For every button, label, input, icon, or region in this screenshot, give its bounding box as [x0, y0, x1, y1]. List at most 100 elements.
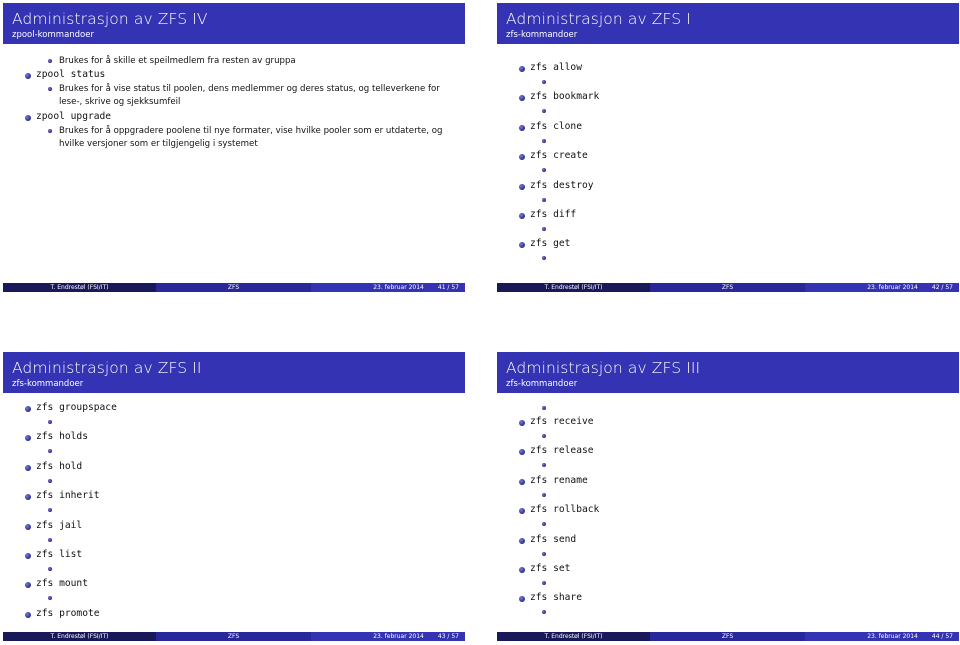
footer-topic: ZFS — [156, 283, 311, 292]
command-item: zfs share — [519, 592, 582, 603]
empty-sub-item — [542, 80, 546, 84]
bullet-icon — [542, 492, 546, 497]
empty-sub-item — [542, 492, 546, 497]
command-item: zfs send — [519, 534, 576, 545]
slide-header: Administrasjon av ZFS IV zpool-kommandoe… — [3, 3, 465, 44]
footer-right: 23. februar 2014 43 / 57 — [311, 632, 465, 641]
list-item: Brukes for å vise status til poolen, den… — [48, 83, 458, 108]
command-item: zfs list — [25, 549, 82, 560]
bullet-icon — [48, 87, 52, 91]
empty-sub-item — [542, 109, 546, 114]
empty-sub-item — [48, 478, 52, 483]
empty-sub-item — [542, 610, 546, 615]
empty-sub-item — [48, 567, 52, 571]
bullet-icon — [25, 464, 31, 471]
bullet-icon — [542, 551, 546, 556]
command-list: zfs groupspace zfs holds zfs hold zfs inher… — [3, 393, 465, 632]
bullet-icon — [542, 581, 546, 585]
empty-sub-item — [48, 449, 52, 454]
footer-author: T. Endrestøl (FSI/IT) — [497, 632, 650, 641]
command-item: zfs release — [519, 445, 594, 456]
bullet-icon — [25, 115, 31, 121]
empty-sub-item — [542, 434, 546, 438]
bullet-icon — [519, 596, 525, 603]
footer-right: 23. februar 2014 42 / 57 — [805, 283, 959, 292]
page-total: 57 — [945, 633, 953, 640]
command-item: zfs inherit — [25, 490, 100, 501]
empty-sub-item — [542, 227, 546, 231]
empty-sub-item — [48, 420, 52, 424]
bullet-icon — [25, 406, 31, 412]
bullet-icon — [25, 73, 31, 79]
command-item: zfs holds — [25, 431, 88, 442]
empty-sub-item — [542, 581, 546, 585]
empty-sub-item — [542, 463, 546, 468]
command-item: zfs rename — [519, 475, 588, 486]
empty-sub-item — [542, 256, 546, 261]
command-item: zfs promote — [25, 608, 100, 619]
page-number: 41 — [437, 284, 446, 291]
bullet-icon — [48, 596, 52, 601]
bullet-icon — [48, 508, 52, 513]
bullet-icon — [542, 109, 546, 114]
bullet-icon — [542, 405, 546, 410]
slide-subtitle: zfs-kommandoer — [12, 379, 84, 389]
command-item: zfs clone — [519, 121, 582, 132]
footer-topic: ZFS — [650, 283, 805, 292]
bullet-icon — [542, 256, 546, 261]
command-item: zfs jail — [25, 520, 82, 531]
command-item: zfs destroy — [519, 180, 594, 191]
list-item: Brukes for å oppgradere poolene til nye … — [48, 125, 458, 150]
footer-author: T. Endrestøl (FSI/IT) — [497, 283, 650, 292]
bullet-icon — [542, 168, 546, 173]
command-item: zfs diff — [519, 209, 576, 220]
bullet-icon — [542, 138, 546, 143]
bullet-icon — [48, 478, 52, 483]
footer-date: 23. februar 2014 — [867, 284, 918, 291]
bullet-icon — [542, 80, 546, 84]
slide-subtitle: zfs-kommandoer — [506, 30, 578, 40]
bullet-icon — [519, 567, 525, 573]
command-item: zfs bookmark — [519, 91, 599, 102]
command-item: zfs get — [519, 238, 570, 249]
bullet-icon — [519, 537, 525, 544]
command-item: zfs create — [519, 150, 588, 161]
bullet-icon — [519, 508, 525, 515]
empty-sub-item — [542, 522, 546, 527]
bullet-icon — [519, 95, 525, 102]
bullet-icon — [542, 522, 546, 527]
bullet-icon — [519, 154, 525, 161]
footer-date: 23. februar 2014 — [867, 633, 918, 640]
bullet-icon — [519, 478, 525, 485]
footer-topic: ZFS — [650, 632, 805, 641]
list-item: zpool upgrade — [25, 111, 111, 122]
bullet-icon — [519, 420, 525, 426]
bullet-icon — [48, 129, 52, 133]
bullet-icon — [519, 449, 525, 456]
footer-right: 23. februar 2014 41 / 57 — [311, 283, 465, 292]
bullet-icon — [25, 553, 31, 559]
bullet-icon — [48, 59, 52, 63]
empty-sub-item — [48, 537, 52, 542]
empty-sub-item — [542, 138, 546, 143]
empty-sub-item — [48, 596, 52, 601]
page-number: 44 — [931, 633, 940, 640]
bullet-icon — [542, 434, 546, 438]
page-number: 43 — [437, 633, 446, 640]
bullet-icon — [48, 420, 52, 424]
bullet-icon — [542, 227, 546, 231]
bullet-icon — [25, 494, 31, 501]
bullet-icon — [25, 523, 31, 530]
command-list: zfs receive zfs release zfs rename zfs roll… — [497, 393, 959, 632]
page-total: 57 — [451, 284, 459, 291]
slide-43: Administrasjon av ZFS II zfs-kommandoer … — [3, 352, 465, 641]
bullet-icon — [25, 611, 31, 618]
bullet-icon — [25, 582, 31, 589]
bullet-icon — [48, 449, 52, 454]
empty-sub-item — [542, 168, 546, 173]
command-item: zfs hold — [25, 461, 82, 472]
slide-subtitle: zpool-kommandoer — [12, 30, 94, 40]
bullet-icon — [519, 124, 525, 131]
footer-right: 23. februar 2014 44 / 57 — [805, 632, 959, 641]
slide-title: Administrasjon av ZFS II — [12, 359, 202, 377]
